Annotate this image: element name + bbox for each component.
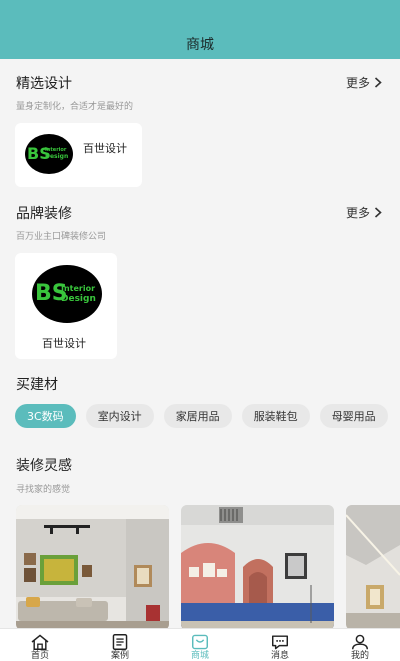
more-label: 更多 bbox=[345, 76, 370, 90]
featured-section-title: 精选设计 bbox=[16, 76, 72, 92]
hallway-image bbox=[181, 505, 334, 630]
interior-image bbox=[346, 505, 400, 630]
card-label: 百世设计 bbox=[42, 337, 86, 350]
category-chip-home[interactable]: 家居用品 bbox=[163, 404, 232, 428]
tab-label: 消息 bbox=[270, 651, 289, 661]
tab-label: 案例 bbox=[110, 651, 129, 661]
tab-home[interactable]: 首页 bbox=[0, 629, 80, 661]
user-icon bbox=[352, 634, 368, 650]
inspiration-photo[interactable] bbox=[346, 505, 400, 630]
home-icon bbox=[31, 634, 49, 650]
tab-messages[interactable]: 消息 bbox=[240, 629, 320, 661]
living-room-image bbox=[16, 505, 169, 630]
category-chip-baby[interactable]: 母婴用品 bbox=[319, 404, 388, 428]
tab-label: 首页 bbox=[30, 651, 49, 661]
featured-section-subtitle: 量身定制化，合适才是最好的 bbox=[16, 102, 134, 112]
brands-more-link[interactable]: 更多 bbox=[346, 204, 382, 221]
message-icon bbox=[272, 635, 289, 650]
category-chip-interior[interactable]: 室内设计 bbox=[85, 404, 154, 428]
tab-label: 我的 bbox=[350, 651, 369, 661]
company-logo: BS Interior Design bbox=[25, 134, 73, 174]
featured-card[interactable]: BS Interior Design 百世设计 bbox=[15, 123, 142, 187]
materials-section-title: 买建材 bbox=[16, 377, 58, 393]
brands-section-subtitle: 百万业主口碑装修公司 bbox=[16, 232, 107, 242]
chevron-right-icon bbox=[374, 207, 382, 218]
company-logo: BS Interior Design bbox=[32, 265, 102, 323]
brand-card[interactable]: BS Interior Design 百世设计 bbox=[15, 253, 117, 359]
category-chip-3c[interactable]: 3C数码 bbox=[15, 404, 76, 428]
bottom-tab-bar: 首页 案例 商城 消息 我的 bbox=[0, 628, 400, 661]
shopping-bag-icon bbox=[192, 634, 208, 650]
card-label: 百世设计 bbox=[83, 142, 127, 155]
inspiration-photo[interactable] bbox=[16, 505, 169, 630]
inspiration-photo[interactable] bbox=[181, 505, 334, 630]
more-label: 更多 bbox=[345, 206, 370, 220]
page-title: 商城 bbox=[186, 37, 214, 53]
featured-more-link[interactable]: 更多 bbox=[346, 74, 382, 91]
tab-mall[interactable]: 商城 bbox=[160, 629, 240, 661]
tab-label: 商城 bbox=[190, 651, 209, 661]
category-chip-apparel[interactable]: 服装鞋包 bbox=[241, 404, 310, 428]
chevron-right-icon bbox=[374, 77, 382, 88]
tab-profile[interactable]: 我的 bbox=[320, 629, 400, 661]
inspiration-section-subtitle: 寻找家的感觉 bbox=[16, 485, 71, 495]
category-chips: 3C数码 室内设计 家居用品 服装鞋包 母婴用品 bbox=[15, 404, 400, 428]
inspiration-section-title: 装修灵感 bbox=[16, 458, 72, 474]
brands-section-title: 品牌装修 bbox=[16, 206, 72, 222]
app-header: 商城 bbox=[0, 0, 400, 59]
document-icon bbox=[112, 634, 128, 650]
tab-cases[interactable]: 案例 bbox=[80, 629, 160, 661]
